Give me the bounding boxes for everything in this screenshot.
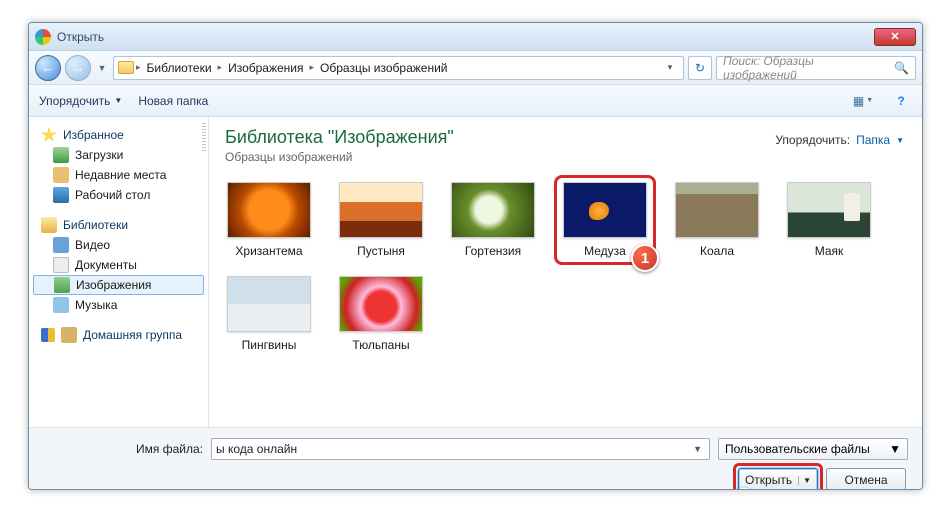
recent-icon [53,167,69,183]
window-title: Открыть [57,30,874,44]
nav-forward-button[interactable]: → [65,55,91,81]
search-input[interactable]: Поиск: Образцы изображений 🔍 [716,56,916,80]
thumbnail-image [675,182,759,238]
homegroup-icon [61,327,77,343]
desktop-icon [53,187,69,203]
nav-history-dropdown[interactable]: ▼ [95,61,109,75]
breadcrumb[interactable]: Библиотеки [143,61,216,75]
search-placeholder: Поиск: Образцы изображений [723,54,882,82]
sidebar-item-music[interactable]: Музыка [33,295,204,315]
chrome-icon [35,29,51,45]
thumbnail-image [227,276,311,332]
file-item[interactable]: Хризантема [225,182,313,258]
open-split-dropdown[interactable]: ▼ [798,476,811,485]
open-button-highlight: Открыть ▼ 2 [733,463,823,490]
file-item[interactable]: Гортензия [449,182,537,258]
refresh-button[interactable]: ↻ [688,56,712,80]
chevron-right-icon[interactable]: ▸ [218,62,223,73]
close-button[interactable]: ✕ [874,28,916,46]
thumbnail-image [451,182,535,238]
address-dropdown[interactable]: ▾ [661,62,679,73]
star-icon [41,127,57,143]
file-list-pane: Библиотека "Изображения" Образцы изображ… [209,117,922,427]
selection-highlight: Медуза 1 [554,175,656,265]
file-item[interactable]: Маяк [785,182,873,258]
navigation-bar: ← → ▼ ▸ Библиотеки ▸ Изображения ▸ Образ… [29,51,922,85]
search-icon: 🔍 [894,61,909,75]
address-bar[interactable]: ▸ Библиотеки ▸ Изображения ▸ Образцы изо… [113,56,684,80]
sidebar-homegroup[interactable]: Домашняя группа [33,325,204,345]
thumbnail-image [227,182,311,238]
libraries-icon [41,217,57,233]
pictures-icon [54,277,70,293]
chevron-right-icon[interactable]: ▸ [136,62,141,73]
thumbnail-image [339,276,423,332]
shield-icon [41,328,55,342]
sidebar-item-documents[interactable]: Документы [33,255,204,275]
filename-label: Имя файла: [43,442,203,456]
open-file-dialog: Открыть ✕ ← → ▼ ▸ Библиотеки ▸ Изображен… [28,22,923,490]
file-item[interactable]: Пингвины [225,276,313,352]
sidebar-item-downloads[interactable]: Загрузки [33,145,204,165]
breadcrumb[interactable]: Образцы изображений [316,61,451,75]
arrange-by[interactable]: Упорядочить: Папка ▼ [775,133,904,147]
video-icon [53,237,69,253]
sidebar-item-recent[interactable]: Недавние места [33,165,204,185]
file-item[interactable]: Пустыня [337,182,425,258]
breadcrumb[interactable]: Изображения [224,61,307,75]
titlebar: Открыть ✕ [29,23,922,51]
folder-icon [118,61,134,74]
nav-back-button[interactable]: ← [35,55,61,81]
view-options-button[interactable]: ▦▼ [852,90,874,112]
file-item[interactable]: Тюльпаны [337,276,425,352]
sidebar-item-desktop[interactable]: Рабочий стол [33,185,204,205]
thumbnail-grid: Хризантема Пустыня Гортензия Медуза 1 Ко… [225,182,906,352]
sidebar-favorites[interactable]: Избранное [33,125,204,145]
chevron-down-icon[interactable]: ▼ [889,442,901,456]
open-button[interactable]: Открыть ▼ [738,468,818,490]
file-item[interactable]: Коала [673,182,761,258]
chevron-down-icon[interactable]: ▼ [690,444,705,454]
organize-menu[interactable]: Упорядочить▼ [39,94,122,108]
filename-combobox[interactable]: ы кода онлайн ▼ [211,438,710,460]
help-button[interactable]: ? [890,90,912,112]
library-subtitle: Образцы изображений [225,150,906,164]
chevron-down-icon: ▼ [896,136,904,145]
documents-icon [53,257,69,273]
sidebar-item-pictures[interactable]: Изображения [33,275,204,295]
toolbar: Упорядочить▼ Новая папка ▦▼ ? [29,85,922,117]
new-folder-button[interactable]: Новая папка [138,94,208,108]
thumbnail-image [563,182,647,238]
thumbnail-image [787,182,871,238]
annotation-marker: 1 [631,244,659,272]
music-icon [53,297,69,313]
cancel-button[interactable]: Отмена [826,468,906,490]
navigation-pane: Избранное Загрузки Недавние места Рабочи… [29,117,209,427]
resize-handle[interactable] [202,123,206,153]
dialog-footer: Имя файла: ы кода онлайн ▼ Пользовательс… [29,427,922,490]
chevron-right-icon[interactable]: ▸ [310,62,315,73]
sidebar-item-video[interactable]: Видео [33,235,204,255]
sidebar-libraries[interactable]: Библиотеки [33,215,204,235]
file-type-filter[interactable]: Пользовательские файлы ▼ [718,438,908,460]
chevron-down-icon: ▼ [114,96,122,105]
thumbnail-image [339,182,423,238]
downloads-icon [53,147,69,163]
